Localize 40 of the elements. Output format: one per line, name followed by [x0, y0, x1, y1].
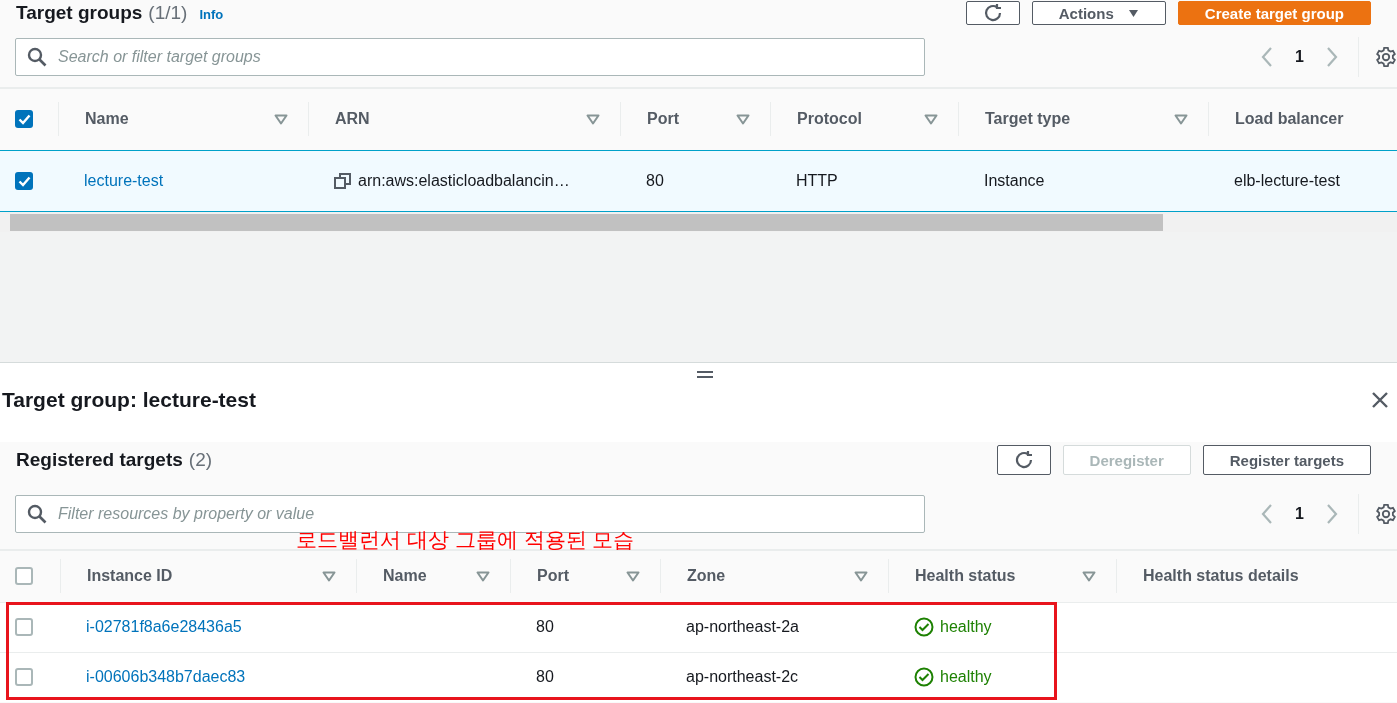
- table-cell: Instance: [984, 172, 1045, 190]
- column-header: Health status details: [1143, 567, 1299, 585]
- column-header: Port: [647, 110, 679, 128]
- table-cell: elb-lecture-test: [1234, 172, 1340, 190]
- action-button[interactable]: Register targets: [1202, 445, 1371, 475]
- table-row[interactable]: lecture-test arn:aws:elasticloadbalancin… 80 HTTP Instance elb-lecture-test: [0, 150, 1397, 212]
- column-header: ARN: [335, 110, 370, 128]
- column-header: Load balancer: [1235, 110, 1344, 128]
- resource-link[interactable]: i-00606b348b7daec83: [86, 668, 246, 686]
- health-status: healthy: [940, 668, 992, 686]
- table-cell: 80: [536, 618, 554, 636]
- column-header: Instance ID: [87, 567, 173, 585]
- section-title: Target groups: [16, 2, 143, 24]
- resource-link[interactable]: lecture-test: [84, 172, 164, 190]
- table-cell: ap-northeast-2c: [686, 668, 799, 686]
- page-number[interactable]: 1: [1295, 47, 1304, 66]
- column-header: Name: [383, 567, 427, 585]
- info-link[interactable]: Info: [199, 7, 224, 22]
- column-header: Name: [85, 110, 129, 128]
- column-header: Target type: [985, 110, 1071, 128]
- panel-title: Target group: lecture-test: [2, 388, 256, 412]
- table-cell: ap-northeast-2a: [686, 618, 799, 636]
- resource-link[interactable]: i-02781f8a6e28436a5: [86, 618, 242, 636]
- item-count: (2): [188, 449, 213, 471]
- section-title: Registered targets: [16, 449, 183, 471]
- page-number[interactable]: 1: [1295, 504, 1304, 523]
- health-status: healthy: [940, 618, 992, 636]
- table-row[interactable]: i-02781f8a6e28436a5 80 ap-northeast-2a healthy: [0, 602, 1397, 652]
- column-header: Health status: [915, 567, 1016, 585]
- column-header: Protocol: [797, 110, 862, 128]
- table-row[interactable]: i-00606b348b7daec83 80 ap-northeast-2c healthy: [0, 652, 1397, 702]
- table-cell: 80: [646, 172, 664, 190]
- table-cell: arn:aws:elasticloadbalancin…: [358, 172, 570, 190]
- item-count: (1/1): [148, 2, 188, 24]
- table-cell: 80: [536, 668, 554, 686]
- actions-button[interactable]: Actions: [1031, 1, 1166, 25]
- column-header: Port: [537, 567, 569, 585]
- column-header: Zone: [687, 567, 726, 585]
- table-cell: HTTP: [796, 172, 838, 190]
- search-field[interactable]: Search or filter target groups: [15, 37, 925, 76]
